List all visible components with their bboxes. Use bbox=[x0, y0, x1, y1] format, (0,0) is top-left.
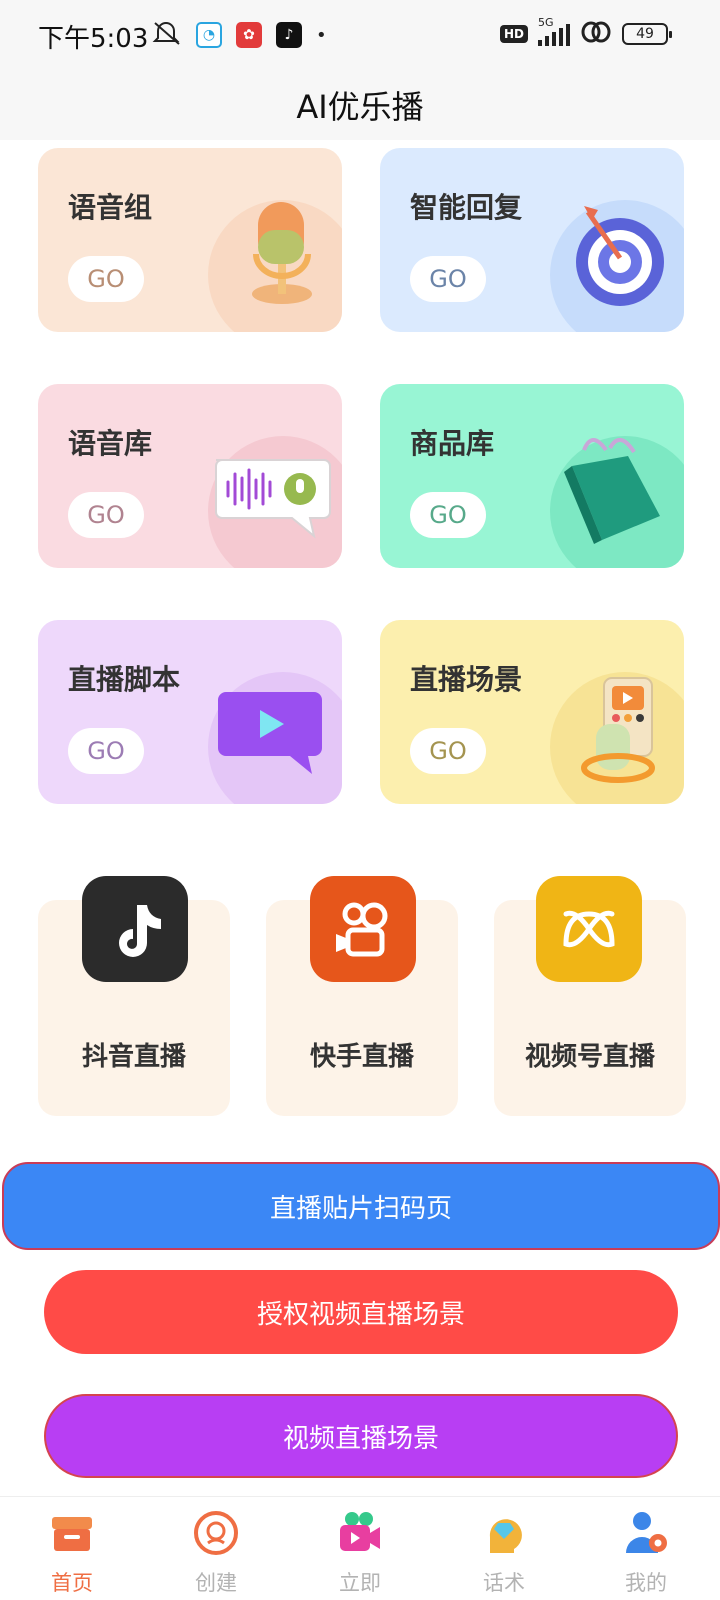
chat-app-icon: ◔ bbox=[196, 22, 222, 48]
platform-label: 快手直播 bbox=[309, 1042, 414, 1072]
card-title: 商品库 bbox=[410, 427, 495, 460]
douyin-icon bbox=[82, 876, 188, 982]
card-smart-reply[interactable]: 智能回复 GO bbox=[380, 148, 684, 332]
tab-label: 创建 bbox=[195, 1571, 237, 1595]
home-box-icon bbox=[52, 1517, 92, 1551]
play-bubble-icon bbox=[218, 692, 322, 774]
script-head-icon bbox=[489, 1519, 522, 1553]
card-title: 直播场景 bbox=[410, 663, 523, 696]
mute-icon bbox=[152, 20, 182, 50]
tab-script[interactable]: 话术 bbox=[464, 1507, 544, 1597]
page-title: AI优乐播 bbox=[296, 88, 424, 126]
card-voice-library[interactable]: 语音库 GO bbox=[38, 384, 342, 568]
shopping-bag-icon bbox=[564, 438, 660, 544]
card-voice-group[interactable]: 语音组 GO bbox=[38, 148, 342, 332]
go-button[interactable]: GO bbox=[68, 492, 144, 538]
card-title: 语音组 bbox=[68, 191, 153, 224]
status-bar: 下午5:03 ◔ ✿ ♪ • HD 5G 49 bbox=[0, 0, 720, 70]
card-title: 智能回复 bbox=[410, 191, 523, 224]
tiktok-app-icon: ♪ bbox=[276, 22, 302, 48]
network-type: 5G bbox=[538, 16, 554, 29]
platform-label: 抖音直播 bbox=[81, 1042, 186, 1072]
bottom-tab-bar: 首页 创建 立即 话术 我的 bbox=[0, 1496, 720, 1600]
card-product-library[interactable]: 商品库 GO bbox=[380, 384, 684, 568]
go-button[interactable]: GO bbox=[410, 256, 486, 302]
phone-hand-icon bbox=[581, 677, 655, 783]
video-scene-button[interactable]: 视频直播场景 bbox=[44, 1394, 678, 1478]
hd-badge: HD bbox=[499, 25, 528, 43]
go-button[interactable]: GO bbox=[68, 256, 144, 302]
go-button[interactable]: GO bbox=[410, 728, 486, 774]
more-dot-icon: • bbox=[316, 24, 327, 46]
go-button[interactable]: GO bbox=[410, 492, 486, 538]
tab-create[interactable]: 创建 bbox=[176, 1507, 256, 1597]
battery-level: 49 bbox=[636, 26, 654, 42]
notification-icons: ◔ ✿ ♪ • bbox=[152, 20, 327, 50]
sticker-scan-button[interactable]: 直播贴片扫码页 bbox=[2, 1162, 720, 1250]
card-title: 语音库 bbox=[68, 427, 153, 460]
card-title: 直播脚本 bbox=[68, 663, 181, 696]
create-icon bbox=[194, 1511, 238, 1555]
tab-label: 我的 bbox=[625, 1571, 667, 1595]
tab-label: 话术 bbox=[483, 1571, 525, 1595]
tab-live[interactable]: 立即 bbox=[320, 1507, 400, 1597]
link-icon bbox=[580, 20, 612, 48]
microphone-icon bbox=[252, 202, 312, 304]
channels-icon bbox=[536, 876, 642, 982]
profile-gear-icon bbox=[626, 1512, 667, 1553]
target-icon bbox=[576, 206, 664, 306]
authorize-scene-button[interactable]: 授权视频直播场景 bbox=[44, 1270, 678, 1354]
signal-icon: 5G bbox=[538, 16, 570, 46]
card-live-script[interactable]: 直播脚本 GO bbox=[38, 620, 342, 804]
go-button[interactable]: GO bbox=[68, 728, 144, 774]
tab-label: 立即 bbox=[339, 1571, 381, 1595]
tab-label: 首页 bbox=[51, 1571, 93, 1595]
voice-bubble-icon bbox=[215, 459, 331, 539]
status-time: 下午5:03 bbox=[38, 24, 149, 54]
live-camera-icon bbox=[340, 1512, 380, 1551]
tab-profile[interactable]: 我的 bbox=[606, 1507, 686, 1597]
kuaishou-icon bbox=[310, 876, 416, 982]
app-header: AI优乐播 bbox=[0, 70, 720, 140]
system-icons: HD 5G 49 bbox=[499, 16, 672, 48]
tab-home[interactable]: 首页 bbox=[32, 1507, 112, 1597]
shopping-app-icon: ✿ bbox=[236, 22, 262, 48]
card-live-scene[interactable]: 直播场景 GO bbox=[380, 620, 684, 804]
platform-label: 视频号直播 bbox=[524, 1042, 655, 1072]
battery-icon: 49 bbox=[622, 23, 672, 45]
